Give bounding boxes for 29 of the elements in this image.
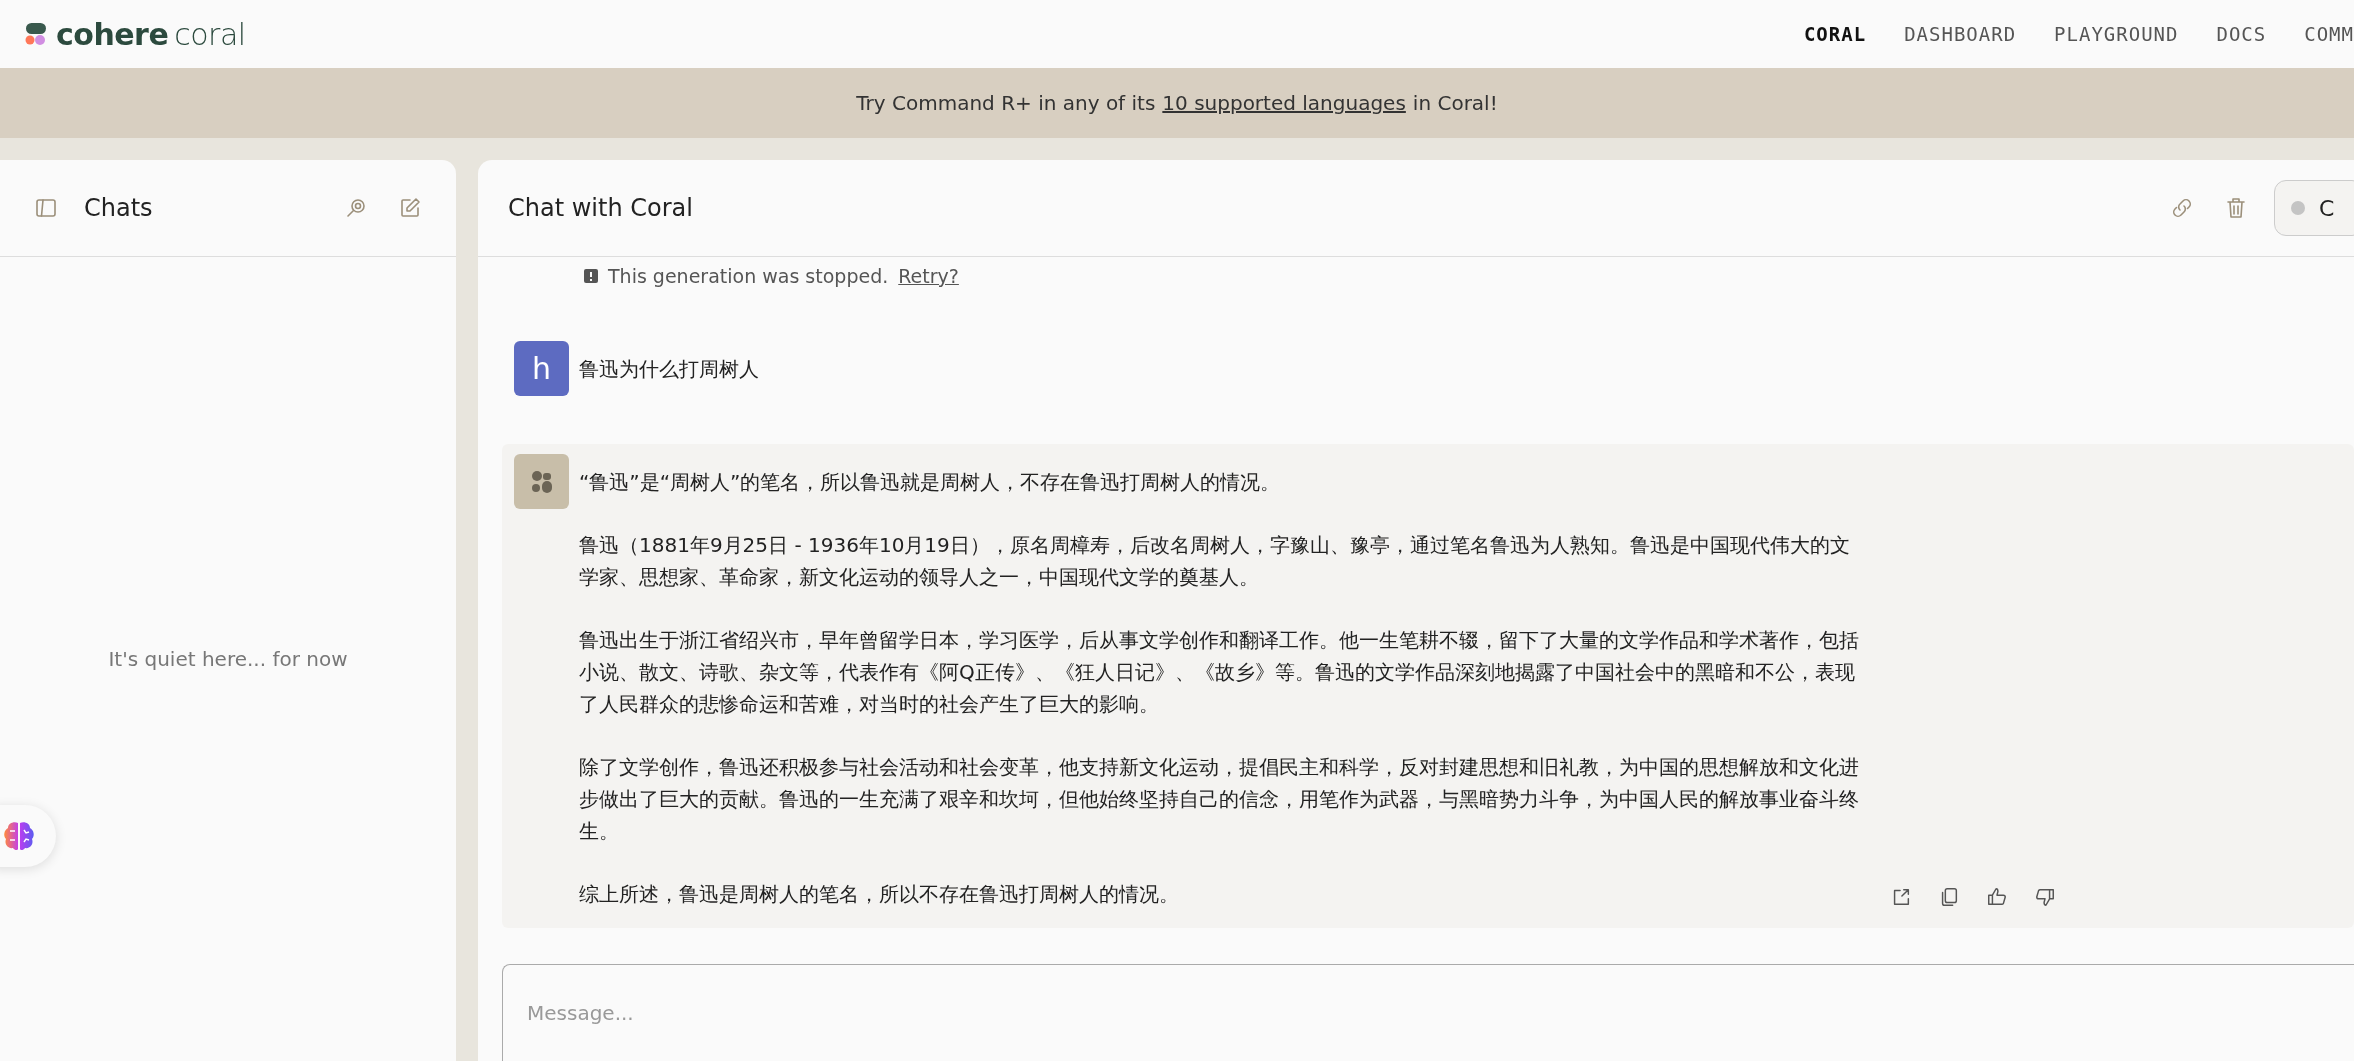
nav-link[interactable]: DOCS [2216,23,2267,45]
banner-text: in Coral! [1412,91,1498,115]
message-text: 鲁迅为什么打周树人 [579,356,760,383]
sidebar-title: Chats [84,194,154,222]
nav-link[interactable]: PLAYGROUND [2054,23,2179,45]
thumbs-down-icon[interactable] [2034,886,2056,908]
message-text: 鲁迅出生于浙江省绍兴市，早年曾留学日本，学习医学，后从事文学创作和翻译工作。他一生笔耕不辍，留下了大量的文学作品和学术著作，包括小说、散文、诗歌、杂文等，代表作有《阿Q正传》、《狂人日记》、《故乡》等。鲁迅的文学作品深刻地揭露了中国社会中的黑暗和不公，表现了人民群众的悲惨命运和苦难，对当时的社会产生了巨大的影响。 [579,627,1860,718]
logo-product: coral [174,16,246,52]
banner-text: Try Command R+ in any of its [856,91,1156,115]
message-input[interactable]: Message... [502,964,2354,1061]
nav-link[interactable]: CORAL [1803,23,1867,45]
nav-link[interactable]: DASHBOARD [1904,23,2017,45]
chat-title: Chat with Coral [508,194,694,222]
stopped-notice: This generation was stopped. [608,265,889,287]
logo-brand: cohere [56,16,169,52]
languages-link[interactable]: 10 supported languages [1162,91,1406,115]
model-selector[interactable]: C [2274,180,2354,236]
nav-link[interactable]: COMM [2304,23,2354,45]
warning-icon [584,269,598,283]
message-text: “鲁迅”是“周树人”的笔名，所以鲁迅就是周树人，不存在鲁迅打周树人的情况。 [579,469,1282,496]
brain-icon [2,820,36,852]
retry-link[interactable]: Retry? [898,265,959,287]
message-text: 除了文学创作，鲁迅还积极参与社会活动和社会变革，他支持新文化运动，提倡民主和科学，反对封建思想和旧礼教，为中国的思想解放和文化进步做出了巨大的贡献。鲁迅的一生充满了艰辛和坎坷，但他始终坚持自己的信念，用笔作为武器，与黑暗势力斗争，为中国人民的解放事业奋斗终生。 [579,754,1860,845]
bot-avatar [514,454,569,509]
message-text: 综上所述，鲁迅是周树人的笔名，所以不存在鲁迅打周树人的情况。 [579,881,1180,908]
thumbs-up-icon[interactable] [1986,886,2008,908]
user-avatar: h [514,341,569,396]
message-text: 鲁迅（1881年9月25日 - 1936年10月19日），原名周樟寿，后改名周树人，字豫山、豫亭，通过笔名鲁迅为人熟知。鲁迅是中国现代伟大的文学家、思想家、革命家，新文化运动的领导人之一，中国现代文学的奠基人。 [579,532,1851,591]
empty-state-text: It's quiet here... for now [108,647,348,671]
